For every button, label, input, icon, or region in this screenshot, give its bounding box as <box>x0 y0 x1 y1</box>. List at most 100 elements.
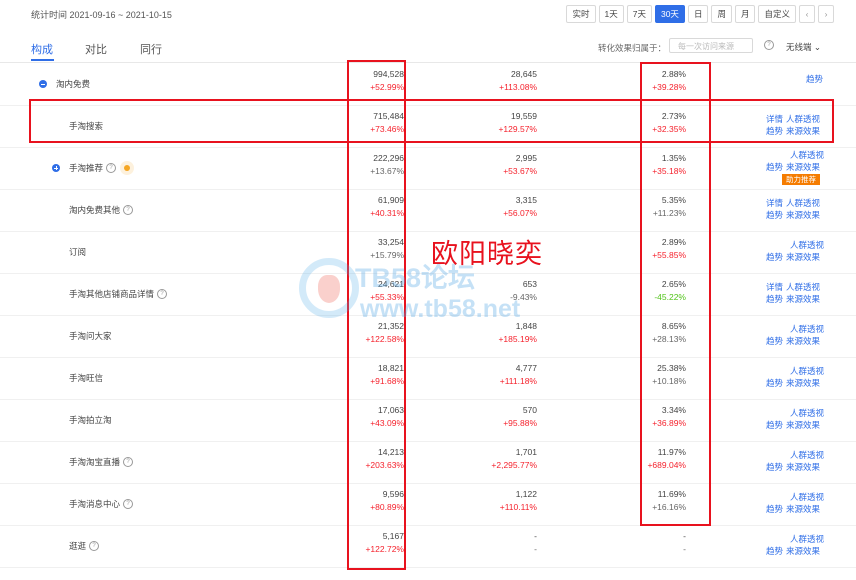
source-name-cell: 手淘拍立淘 <box>69 399 112 441</box>
help-icon[interactable]: ? <box>764 40 774 50</box>
chevron-left-icon[interactable]: ‹ <box>799 5 815 23</box>
time-button[interactable]: 周 <box>711 5 732 23</box>
help-icon[interactable]: ? <box>89 541 100 551</box>
tab-composition[interactable]: 构成 <box>31 41 53 57</box>
buyers-change: +110.11% <box>499 502 537 512</box>
time-button[interactable]: 实时 <box>566 5 596 23</box>
action-link[interactable]: 来源效果 <box>786 504 820 514</box>
device-select[interactable]: 无线端 ⌄ <box>786 41 821 53</box>
action-link[interactable]: 人群透视 <box>790 492 824 502</box>
buyers-change: +185.19% <box>498 334 537 344</box>
action-line: 趋势 来源效果 <box>766 209 823 221</box>
rate-value: 11.69% <box>657 489 686 499</box>
tab-peers[interactable]: 同行 <box>140 41 162 57</box>
help-icon[interactable]: ? <box>123 457 134 467</box>
action-link[interactable]: 来源效果 <box>786 378 820 388</box>
action-link[interactable]: 来源效果 <box>786 294 820 304</box>
action-link[interactable]: 来源效果 <box>786 210 820 220</box>
annotation-text: 欧阳晓奕 <box>431 239 543 270</box>
help-icon[interactable]: ? <box>123 499 134 509</box>
action-link[interactable]: 人群透视 <box>786 198 820 208</box>
chevron-right-icon[interactable]: › <box>818 5 834 23</box>
action-line: 人群透视 <box>766 533 827 545</box>
buyers-cell: 28,645 +113.08% <box>499 68 537 94</box>
action-link[interactable]: 人群透视 <box>786 282 820 292</box>
buyers-value: 1,122 <box>515 489 537 499</box>
action-link[interactable]: 趋势 <box>766 210 783 220</box>
action-link[interactable]: 人群透视 <box>790 240 824 250</box>
action-line: 趋势 来源效果 <box>766 545 827 557</box>
source-name-cell: 淘内免费其他? <box>69 189 134 231</box>
source-name-cell: 订阅 <box>69 231 86 273</box>
time-button[interactable]: 1天 <box>598 5 624 23</box>
help-icon[interactable]: ? <box>106 163 117 173</box>
help-icon[interactable]: ? <box>123 205 134 215</box>
visitors-change: +122.58% <box>365 334 404 344</box>
action-link[interactable]: 来源效果 <box>786 462 820 472</box>
action-link[interactable]: 来源效果 <box>786 546 820 556</box>
action-line: 趋势 来源效果 <box>766 419 827 431</box>
visitors-value: 33,254 <box>378 237 404 247</box>
rate-change: +35.18% <box>652 166 686 176</box>
tab-compare[interactable]: 对比 <box>85 41 107 57</box>
table-row: 手淘拍立淘 17,063 +43.09% 570 +95.88% 3.34% +36.89%… <box>0 399 856 442</box>
action-link[interactable]: 趋势 <box>766 546 783 556</box>
device-select-label: 无线端 <box>786 42 812 52</box>
action-link[interactable]: 趋势 <box>766 420 783 430</box>
action-link[interactable]: 来源效果 <box>786 162 820 172</box>
action-link[interactable]: 人群透视 <box>790 450 824 460</box>
action-link[interactable]: 来源效果 <box>786 420 820 430</box>
collapse-minus-icon[interactable] <box>39 80 47 88</box>
action-link[interactable]: 趋势 <box>766 126 783 136</box>
action-link[interactable]: 详情 <box>766 282 783 292</box>
row-actions: 人群透视 趋势 来源效果 <box>766 407 827 431</box>
action-link[interactable]: 趋势 <box>766 294 783 304</box>
time-button[interactable]: 30天 <box>654 5 685 23</box>
action-link[interactable]: 趋势 <box>766 504 783 514</box>
action-link[interactable]: 趋势 <box>766 462 783 472</box>
table-row: 淘内免费其他? 61,909 +40.31% 3,315 +56.07% 5.35% +11… <box>0 189 856 232</box>
time-button[interactable]: 月 <box>734 5 756 23</box>
action-line: 趋势 来源效果 <box>766 251 827 263</box>
action-link[interactable]: 详情 <box>766 198 783 208</box>
buyers-value: 3,315 <box>515 195 537 205</box>
time-button[interactable]: 日 <box>687 5 709 23</box>
rate-value: - <box>683 531 686 541</box>
rate-change: +11.23% <box>652 208 686 218</box>
action-link[interactable]: 趋势 <box>766 378 783 388</box>
boost-recommend-badge[interactable]: 助力推荐 <box>782 174 820 185</box>
action-link[interactable]: 详情 <box>766 114 783 124</box>
rate-change: -45.22% <box>654 292 686 302</box>
row-actions: 人群透视 趋势 来源效果助力推荐 <box>766 149 827 185</box>
table-row: 手淘推荐? 222,296 +13.67% 2,995 +53.67% 1.35% +35.… <box>0 147 856 190</box>
attribution-label: 转化效果归属于： <box>597 43 666 53</box>
visitors-value: 994,528 <box>373 69 404 79</box>
time-button[interactable]: 7天 <box>626 5 652 23</box>
rate-change: +39.28% <box>652 82 686 92</box>
time-button[interactable]: 自定义 <box>758 5 796 23</box>
help-icon[interactable]: ? <box>157 289 168 299</box>
action-link[interactable]: 人群透视 <box>790 408 824 418</box>
action-link[interactable]: 人群透视 <box>790 324 824 334</box>
action-link[interactable]: 人群透视 <box>790 366 824 376</box>
action-link[interactable]: 趋势 <box>766 336 783 346</box>
expand-plus-icon[interactable] <box>52 164 60 172</box>
rate-change: +16.16% <box>652 502 686 512</box>
action-link[interactable]: 人群透视 <box>786 114 820 124</box>
action-link[interactable]: 趋势 <box>766 162 783 172</box>
action-link[interactable]: 来源效果 <box>786 336 820 346</box>
buyers-value: 4,777 <box>515 363 537 373</box>
row-actions: 详情 人群透视 趋势 来源效果 <box>766 197 823 221</box>
action-link[interactable]: 趋势 <box>806 74 823 84</box>
action-link[interactable]: 人群透视 <box>790 150 824 160</box>
action-link[interactable]: 人群透视 <box>790 534 824 544</box>
attribution-select[interactable]: 每一次访问来源 <box>669 38 753 53</box>
visitors-change: +122.72% <box>365 544 404 554</box>
action-link[interactable]: 来源效果 <box>786 126 820 136</box>
rate-cell: 8.65% +28.13% <box>652 320 686 346</box>
action-link[interactable]: 趋势 <box>766 252 783 262</box>
action-line: 人群透视 <box>766 491 827 503</box>
row-actions: 人群透视 趋势 来源效果 <box>766 449 827 473</box>
action-link[interactable]: 来源效果 <box>786 252 820 262</box>
buyers-value: 19,559 <box>511 111 537 121</box>
